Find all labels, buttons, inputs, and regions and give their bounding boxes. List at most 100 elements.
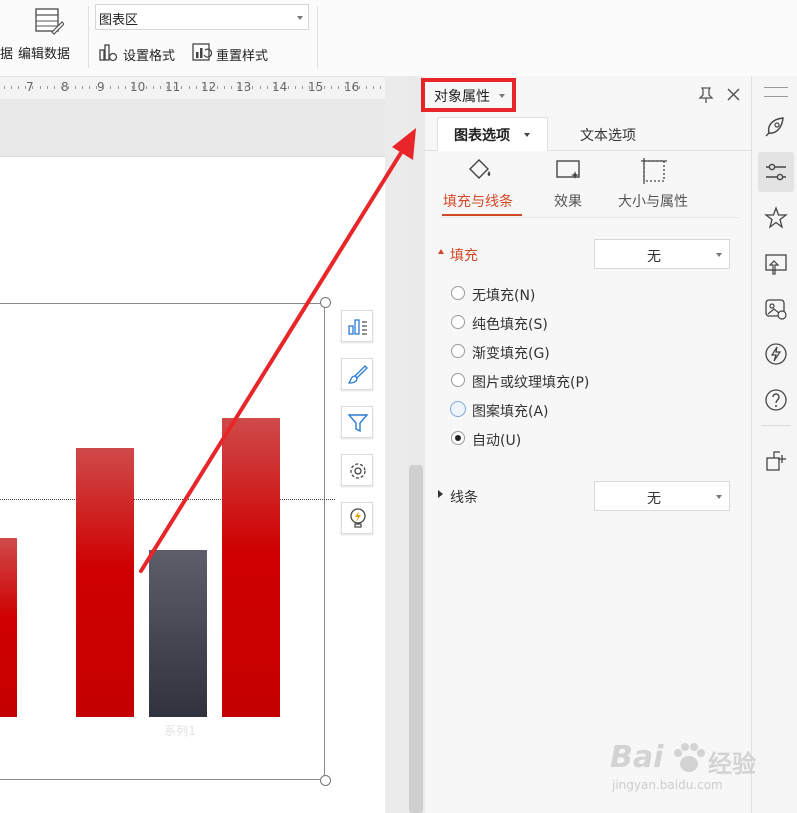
rail-grip-icon — [764, 87, 788, 97]
subtab-size-properties[interactable]: 大小与属性 — [612, 155, 700, 217]
ruler-tick — [47, 86, 48, 89]
shape-add-icon[interactable] — [764, 449, 788, 473]
ruler-tick — [25, 86, 26, 89]
ruler-tick — [210, 86, 211, 89]
ruler-tick — [181, 86, 182, 89]
ruler-tick — [345, 86, 346, 89]
smart-suggest-bulb-icon — [350, 508, 366, 528]
pin-icon[interactable] — [697, 86, 715, 104]
fill-section-header[interactable]: 填充 — [438, 241, 538, 267]
adjust-sliders-icon[interactable] — [764, 160, 788, 184]
ruler-tick — [132, 86, 133, 89]
chart-bar[interactable] — [76, 448, 134, 717]
chart-bar[interactable] — [0, 538, 17, 717]
chart-settings-button[interactable] — [341, 454, 373, 486]
chart-filter-button[interactable] — [341, 406, 373, 438]
fill-type-dropdown[interactable]: 无 — [594, 239, 730, 269]
watermark-url: jingyan.baidu.com — [612, 778, 723, 792]
pane-splitter[interactable] — [385, 76, 407, 813]
paw-logo-icon — [674, 743, 705, 772]
ruler-tick — [245, 86, 246, 89]
tab-text-options[interactable]: 文本选项 — [566, 117, 656, 151]
format-settings-icon — [99, 44, 118, 62]
ruler-tick — [302, 86, 303, 89]
ruler-tick — [274, 86, 275, 89]
subtab-effects[interactable]: 效果 — [548, 155, 592, 217]
ribbon-toolbar: 据 编辑数据 图表区 设置格式 重置样式 — [0, 0, 797, 77]
fill-type-value: 无 — [647, 249, 661, 265]
ruler-tick — [110, 86, 111, 89]
star-pen-icon[interactable] — [764, 206, 788, 230]
tab-label: 图表选项 — [454, 128, 510, 144]
chart-bar-selected[interactable] — [149, 550, 207, 717]
help-icon[interactable] — [764, 388, 788, 412]
reset-style-button[interactable]: 重置样式 — [192, 41, 282, 65]
collapse-triangle-icon — [438, 249, 444, 254]
annotation-highlight-box — [421, 78, 516, 112]
subtab-label: 效果 — [554, 194, 582, 210]
ruler-tick — [61, 86, 62, 89]
chart-element-select-value: 图表区 — [99, 13, 139, 28]
active-subtab-indicator — [442, 214, 522, 216]
reset-style-icon — [192, 43, 212, 61]
ruler-tick — [146, 86, 147, 89]
toolbar-partial-label: 据 — [0, 47, 14, 62]
subtab-label: 大小与属性 — [618, 194, 688, 210]
radio-label: 无填充(N) — [472, 288, 536, 304]
ruler-tick — [252, 86, 253, 89]
watermark: Bai 经验 jingyan.baidu.com — [608, 740, 758, 800]
radio-label: 图案填充(A) — [472, 404, 549, 420]
chart-elements-button[interactable] — [341, 310, 373, 342]
fill-bucket-icon — [469, 159, 491, 179]
ruler-tick — [281, 86, 282, 89]
divider — [440, 217, 740, 218]
radio-button-checked — [451, 431, 465, 445]
radio-gradient-fill[interactable]: 渐变填充(G) — [451, 342, 651, 364]
radio-pattern-fill[interactable]: 图案填充(A) — [450, 400, 651, 422]
close-icon[interactable] — [726, 87, 741, 102]
ruler-tick — [373, 86, 374, 89]
radio-label: 渐变填充(G) — [472, 346, 550, 362]
ruler-tick — [96, 86, 97, 89]
chart-style-button[interactable] — [341, 358, 373, 390]
ruler-tick — [331, 86, 332, 89]
line-section-header[interactable]: 线条 — [438, 483, 538, 509]
radio-no-fill[interactable]: 无填充(N) — [451, 284, 651, 306]
ruler-tick — [118, 86, 119, 89]
edit-data-button[interactable]: 编辑数据 — [18, 4, 80, 70]
chart-bar[interactable] — [222, 418, 280, 717]
lightning-icon[interactable] — [764, 342, 788, 366]
ruler-tick — [11, 86, 12, 89]
ruler-tick — [153, 86, 154, 89]
image-tool-icon[interactable] — [764, 297, 788, 321]
ruler-tick — [139, 86, 140, 89]
screen-share-icon[interactable] — [764, 252, 788, 276]
scrollbar-thumb[interactable] — [409, 465, 423, 813]
radio-button-hover — [450, 401, 466, 417]
chart-element-select[interactable]: 图表区 — [95, 4, 309, 30]
ruler-tick — [54, 86, 55, 89]
tab-chart-options[interactable]: 图表选项 — [437, 117, 548, 151]
radio-picture-texture-fill[interactable]: 图片或纹理填充(P) — [451, 371, 651, 393]
radio-dot — [455, 435, 461, 441]
ruler-tick — [267, 86, 268, 89]
watermark-brand-2: 经验 — [708, 750, 756, 778]
ruler-tick — [4, 86, 5, 89]
chevron-down-icon — [297, 16, 303, 20]
radio-automatic[interactable]: 自动(U) — [451, 429, 651, 451]
radio-label: 自动(U) — [472, 433, 522, 449]
toolbar-divider — [88, 6, 89, 68]
rocket-icon[interactable] — [763, 115, 787, 141]
line-type-dropdown[interactable]: 无 — [594, 481, 730, 511]
resize-handle-top-right[interactable] — [320, 297, 331, 308]
ruler-tick — [68, 86, 69, 89]
gridline — [0, 499, 335, 500]
ruler-tick — [82, 86, 83, 89]
resize-handle-bottom-right[interactable] — [320, 775, 331, 786]
radio-solid-fill[interactable]: 纯色填充(S) — [451, 313, 651, 335]
expand-triangle-icon — [438, 490, 443, 498]
format-selection-button[interactable]: 设置格式 — [98, 41, 186, 65]
smart-suggest-button[interactable] — [341, 502, 373, 534]
subtab-fill-line[interactable]: 填充与线条 — [440, 155, 524, 217]
ruler-tick — [352, 86, 353, 89]
